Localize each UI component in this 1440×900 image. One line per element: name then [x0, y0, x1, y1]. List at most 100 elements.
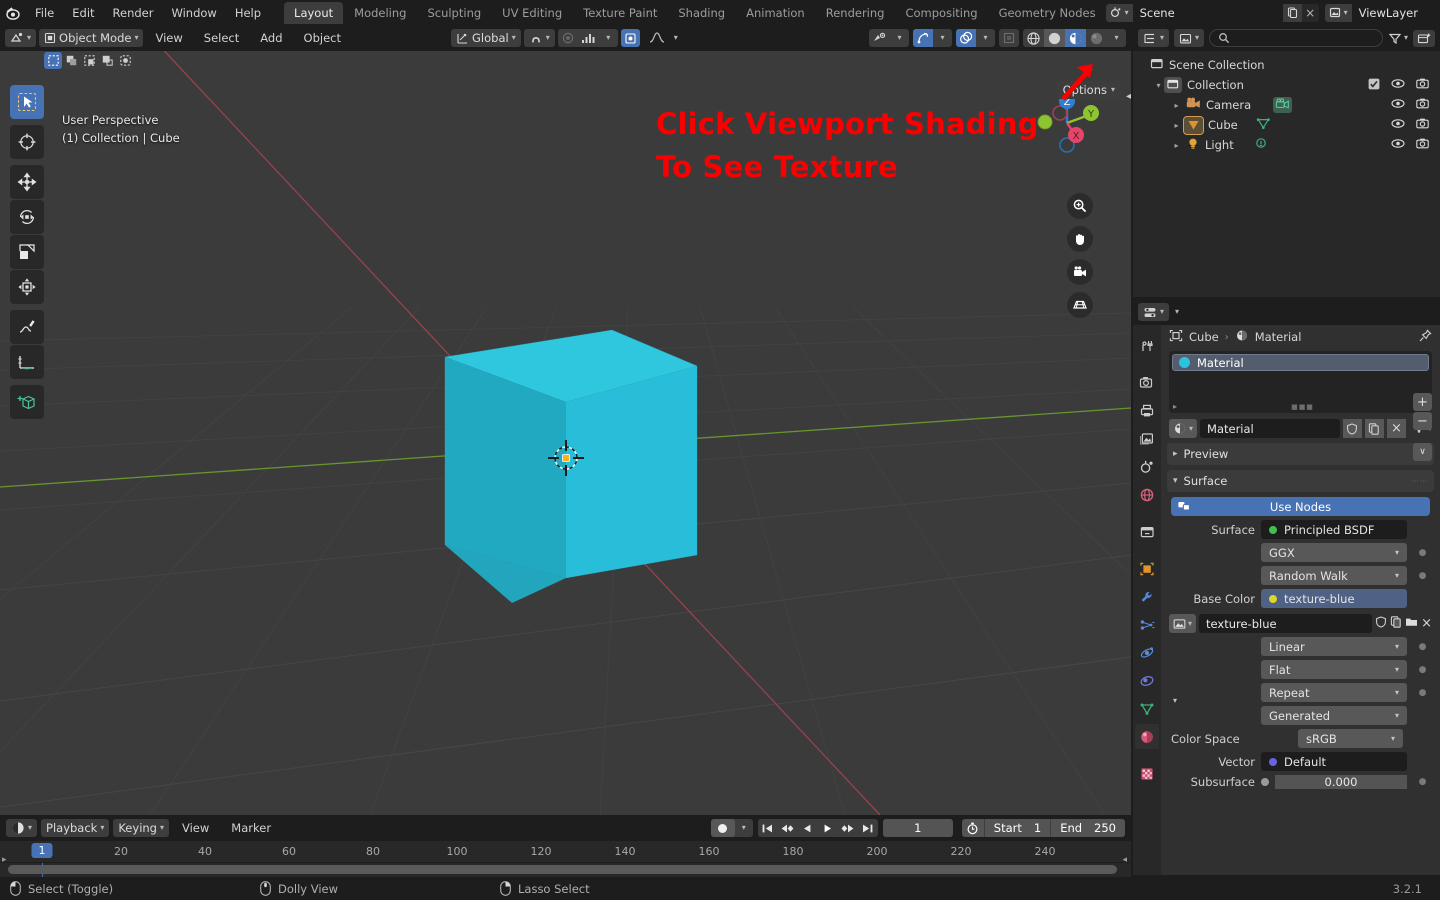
timeline-scrollbar[interactable] — [0, 865, 1131, 874]
show-overlays-icon[interactable] — [956, 29, 976, 47]
material-name-field[interactable]: Material — [1200, 419, 1340, 438]
shading-solid-icon[interactable] — [1044, 29, 1065, 47]
editor-type-button[interactable]: ▾ — [5, 29, 37, 47]
funnel-icon[interactable]: ▾ — [1388, 32, 1408, 45]
timeline-sidebar-arrow[interactable]: ▸ — [2, 855, 7, 865]
interpolation-dropdown[interactable]: Linear ▾ — [1261, 637, 1407, 656]
animate-dot-icon[interactable]: ● — [1413, 777, 1432, 787]
extension-dropdown[interactable]: Repeat ▾ — [1261, 683, 1407, 702]
camera-render-icon[interactable] — [1416, 138, 1429, 152]
color-space-dropdown[interactable]: sRGB ▾ — [1298, 729, 1403, 748]
end-frame-field[interactable]: End 250 — [1051, 819, 1125, 837]
chevron-down-icon[interactable]: ▾ — [976, 29, 995, 47]
toggle-xray-icon[interactable] — [999, 29, 1019, 47]
disclosure-triangle[interactable]: ▸ — [1171, 141, 1182, 150]
render-tab[interactable] — [1135, 370, 1159, 395]
duplicate-icon[interactable] — [1390, 616, 1402, 631]
disclosure-triangle[interactable]: ▸ — [1171, 121, 1182, 130]
timeline-sidebar-arrow-right[interactable]: ◂ — [1122, 855, 1127, 865]
sidebar-toggle-arrow[interactable]: ◂ — [1126, 91, 1131, 102]
chevron-down-icon[interactable]: ▾ — [890, 29, 909, 47]
viewport-menu-object[interactable]: Object — [295, 28, 350, 48]
current-frame-field[interactable]: 1 — [882, 819, 953, 837]
scene-icon[interactable]: ▾ — [1105, 3, 1133, 22]
move-tool-icon[interactable] — [10, 165, 44, 199]
workspace-tab-layout[interactable]: Layout — [284, 1, 344, 24]
chevron-down-icon[interactable]: ▾ — [933, 29, 952, 47]
preview-panel-header[interactable]: ▸ Preview ⋯⋯ — [1167, 443, 1434, 465]
next-keyframe-icon[interactable] — [838, 819, 858, 837]
viewport-menu-view[interactable]: View — [146, 28, 191, 48]
object-data-tab[interactable] — [1135, 696, 1159, 721]
world-tab[interactable] — [1135, 482, 1159, 507]
chevron-down-icon[interactable]: ▾ — [599, 29, 618, 47]
projection-dropdown[interactable]: Flat ▾ — [1261, 660, 1407, 679]
material-slot-row[interactable]: Material — [1172, 354, 1429, 371]
collection-tab[interactable] — [1135, 519, 1159, 544]
workspace-tab-geometry-nodes[interactable]: Geometry Nodes — [989, 2, 1106, 24]
eye-icon[interactable] — [1391, 78, 1405, 92]
timeline-editor-icon[interactable]: ▾ — [6, 819, 38, 837]
outliner-row-cube[interactable]: ▸ Cube — [1133, 115, 1440, 135]
select-extend-icon[interactable] — [62, 52, 80, 69]
unlink-material-icon[interactable]: × — [1386, 419, 1406, 438]
workspace-tab-shading[interactable]: Shading — [668, 2, 735, 24]
source-dropdown[interactable]: Generated ▾ — [1261, 706, 1407, 725]
add-material-slot-button[interactable]: + — [1413, 393, 1432, 411]
select-set-icon[interactable] — [44, 52, 62, 69]
folder-icon[interactable] — [1405, 616, 1418, 631]
ortho-grid-icon[interactable] — [1067, 292, 1093, 318]
filter-id-icon[interactable]: ▾ — [1174, 29, 1205, 47]
pan-hand-icon[interactable] — [1067, 226, 1093, 252]
snapping-magnet-button[interactable]: ▾ — [523, 29, 555, 47]
scale-tool-icon[interactable] — [10, 235, 44, 269]
workspace-tab-sculpting[interactable]: Sculpting — [417, 2, 491, 24]
proportional-falloff-icon[interactable] — [578, 29, 599, 47]
workspace-tab-uv-editing[interactable]: UV Editing — [492, 2, 572, 24]
menu-edit[interactable]: Edit — [63, 3, 103, 23]
scene-tab[interactable] — [1135, 454, 1159, 479]
chevron-down-icon[interactable]: ▾ — [1175, 308, 1185, 316]
vector-value[interactable]: Default — [1261, 752, 1407, 771]
close-scene-icon[interactable]: × — [1302, 4, 1319, 22]
start-frame-field[interactable]: Start 1 — [985, 819, 1050, 837]
constraints-tab[interactable] — [1135, 668, 1159, 693]
outliner-row-collection[interactable]: ▾ Collection — [1133, 75, 1440, 95]
outliner-editor[interactable]: ▾ ▾ ▾ Scene Collection ▾ Collection ▸ Ca… — [1133, 25, 1440, 297]
properties-editor-icon[interactable]: ▾ — [1138, 303, 1170, 321]
measure-tool-icon[interactable] — [10, 345, 44, 379]
jump-start-icon[interactable] — [758, 819, 778, 837]
eye-icon[interactable] — [1391, 98, 1405, 112]
disclosure-triangle[interactable]: ▸ — [1171, 101, 1182, 110]
snap-closest-icon[interactable] — [620, 29, 640, 47]
menu-render[interactable]: Render — [104, 3, 163, 23]
record-icon[interactable] — [710, 819, 735, 837]
play-reverse-icon[interactable] — [798, 819, 818, 837]
tweak-select-tool-icon[interactable] — [10, 85, 44, 119]
camera-icon[interactable] — [1067, 259, 1093, 285]
jump-end-icon[interactable] — [858, 819, 878, 837]
physics-tab[interactable] — [1135, 640, 1159, 665]
material-tab[interactable] — [1135, 724, 1159, 749]
unlink-texture-icon[interactable]: × — [1421, 616, 1432, 631]
workspace-tab-rendering[interactable]: Rendering — [816, 2, 895, 24]
output-tab[interactable] — [1135, 398, 1159, 423]
chevron-down-icon[interactable]: ▾ — [674, 34, 678, 42]
play-icon[interactable] — [818, 819, 838, 837]
rotate-tool-icon[interactable] — [10, 200, 44, 234]
scene-name-field[interactable]: Scene — [1132, 3, 1283, 22]
object-tab[interactable] — [1135, 556, 1159, 581]
cursor-tool-icon[interactable] — [10, 125, 44, 159]
view-layer-tab[interactable] — [1135, 426, 1159, 451]
workspace-tab-compositing[interactable]: Compositing — [895, 2, 987, 24]
auto-key-timer-icon[interactable] — [962, 819, 984, 837]
camera-render-icon[interactable] — [1416, 118, 1429, 132]
viewlayer-name-field[interactable]: ViewLayer — [1351, 3, 1440, 22]
resize-grip-icon[interactable]: ■■■ — [1291, 403, 1314, 411]
animate-dot-icon[interactable]: ● — [1413, 548, 1432, 558]
browse-material-button[interactable]: ▾ — [1169, 419, 1198, 438]
transform-orientation-dropdown[interactable]: Global ▾ — [451, 29, 521, 47]
animate-dot-icon[interactable]: ● — [1413, 571, 1432, 581]
texture-name-field[interactable]: texture-blue — [1199, 614, 1373, 633]
mesh-data-icon[interactable] — [1256, 117, 1271, 133]
